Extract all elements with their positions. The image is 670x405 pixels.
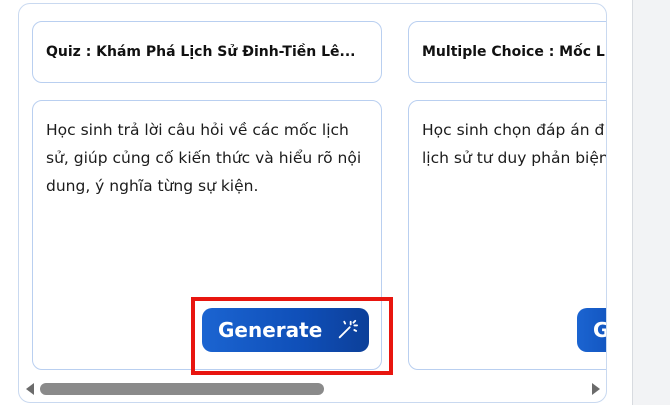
card-1-description: Học sinh trả lời câu hỏi về các mốc lịch… bbox=[46, 121, 362, 195]
horizontal-scrollbar-thumb[interactable] bbox=[40, 383, 324, 395]
highlight-box bbox=[191, 297, 393, 375]
generate-button-2-label: G bbox=[593, 318, 606, 342]
card-1-title-box: Quiz : Khám Phá Lịch Sử Đinh-Tiền Lê... bbox=[32, 21, 382, 83]
card-2-title: Multiple Choice : Mốc L bbox=[422, 44, 605, 60]
card-2-title-box: Multiple Choice : Mốc L bbox=[408, 21, 606, 83]
right-side-panel bbox=[632, 0, 670, 405]
generate-button-2[interactable]: G bbox=[577, 308, 606, 352]
card-1-title: Quiz : Khám Phá Lịch Sử Đinh-Tiền Lê... bbox=[46, 44, 356, 60]
scroll-right-arrow-icon[interactable] bbox=[592, 383, 600, 395]
scroll-left-arrow-icon[interactable] bbox=[26, 383, 34, 395]
card-2-description: Học sinh chọn đáp án đ câu hỏi về mốc lị… bbox=[422, 121, 607, 167]
